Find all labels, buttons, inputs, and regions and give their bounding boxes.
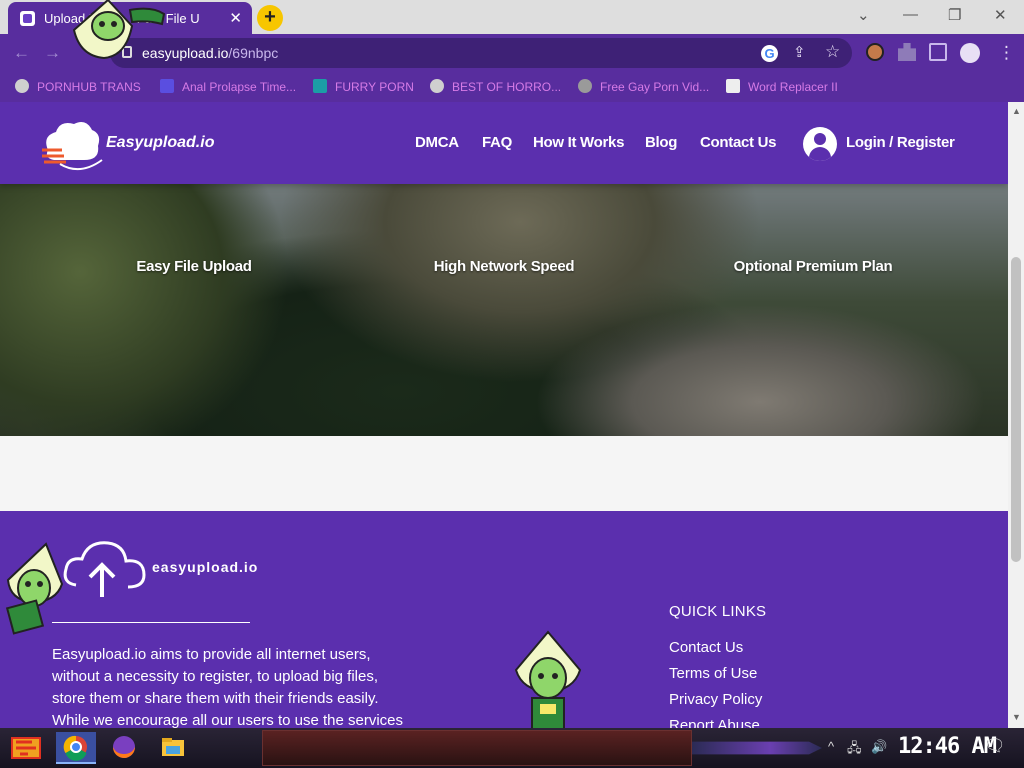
bookmark-item[interactable]: PORNHUB TRANS (15, 79, 141, 94)
peridot-character-icon (5, 542, 64, 635)
page-scrollbar[interactable]: ▲ ▼ (1008, 102, 1024, 728)
feature-label: Easy File Upload (136, 258, 252, 275)
tab-search-icon[interactable]: ⌄ (857, 6, 870, 24)
taskbar-clock[interactable]: 12:46 AM (898, 734, 997, 759)
taskbar-running-app[interactable] (262, 730, 692, 766)
footer-logo-text: easyupload.io (152, 559, 259, 575)
scroll-up-icon[interactable]: ▲ (1012, 106, 1021, 116)
firefox-icon (113, 736, 135, 758)
new-tab-button[interactable]: + (257, 5, 283, 31)
bookmark-item[interactable]: Free Gay Porn Vid... (578, 79, 709, 94)
footer-link-privacy[interactable]: Privacy Policy (669, 691, 762, 708)
url-path: /69nbpc (228, 45, 279, 61)
taskbar-decoration (692, 741, 822, 755)
bookmark-item[interactable]: Anal Prolapse Time... (160, 79, 296, 94)
feature-label: Optional Premium Plan (733, 258, 893, 275)
login-register-link[interactable]: Login / Register (846, 134, 955, 151)
bookmark-favicon-icon (313, 79, 327, 93)
bookmarks-bar: PORNHUB TRANS Anal Prolapse Time... FURR… (0, 72, 1024, 102)
address-bar[interactable]: easyupload.io/69nbpc G ⇪ ☆ (110, 38, 852, 68)
scroll-down-icon[interactable]: ▼ (1012, 712, 1021, 722)
quick-links-heading: QUICK LINKS (669, 603, 767, 620)
tray-overflow-icon[interactable]: ^ (828, 739, 834, 754)
site-favicon-icon (20, 11, 35, 26)
site-header: Easyupload.io DMCA FAQ How It Works Blog… (0, 102, 1008, 184)
nav-faq[interactable]: FAQ (482, 134, 512, 151)
bookmark-favicon-icon (160, 79, 174, 93)
site-footer: easyupload.io Easyupload.io aims to prov… (0, 511, 1008, 728)
user-avatar-icon[interactable] (803, 127, 837, 161)
restore-button[interactable]: ❐ (948, 6, 961, 24)
footer-cloud-upload-icon (63, 541, 146, 597)
taskbar-firefox-button[interactable] (104, 732, 144, 764)
windows-taskbar: ^ 🖧 🔊 12:46 AM 🗨 (0, 728, 1024, 768)
share-icon[interactable]: ⇪ (793, 43, 806, 61)
folder-icon (162, 738, 184, 756)
scrollbar-thumb[interactable] (1011, 257, 1021, 562)
profile-extension-icon[interactable] (866, 43, 884, 61)
start-button-icon[interactable] (6, 732, 46, 764)
tab-close-icon[interactable]: ✕ (229, 9, 242, 27)
bookmark-item[interactable]: BEST OF HORRO... (430, 79, 561, 94)
footer-about-text: Easyupload.io aims to provide all intern… (52, 646, 404, 728)
globe-icon (15, 79, 29, 93)
back-button[interactable]: ← (13, 43, 30, 63)
word-replacer-icon (726, 79, 740, 93)
extensions-puzzle-icon[interactable] (898, 43, 916, 61)
site-logo-text[interactable]: Easyupload.io (106, 134, 214, 152)
chrome-icon (63, 735, 87, 761)
notifications-icon[interactable]: 🗨 (984, 736, 1006, 756)
nav-how-it-works[interactable]: How It Works (533, 134, 624, 151)
easyupload-logo-icon[interactable] (40, 116, 104, 172)
bookmark-item[interactable]: Word Replacer II (726, 79, 838, 94)
nav-contact-us[interactable]: Contact Us (700, 134, 776, 151)
menu-kebab-icon[interactable]: ⋮ (998, 43, 1015, 63)
peridot-character-icon (514, 630, 582, 728)
feature-label: High Network Speed (433, 258, 575, 275)
nav-dmca[interactable]: DMCA (415, 134, 459, 151)
side-panel-icon[interactable] (929, 43, 947, 61)
bookmark-item[interactable]: FURRY PORN (313, 79, 414, 94)
bookmark-star-icon[interactable]: ☆ (825, 42, 840, 62)
google-lens-icon[interactable]: G (761, 45, 778, 62)
footer-link-report-abuse[interactable]: Report Abuse (669, 717, 760, 728)
peridot-character-icon (72, 0, 166, 60)
close-window-button[interactable]: ✕ (994, 6, 1007, 24)
forward-button[interactable]: → (44, 43, 61, 63)
web-page: Easy File Upload High Network Speed Opti… (0, 102, 1008, 728)
nav-blog[interactable]: Blog (645, 134, 677, 151)
taskbar-explorer-button[interactable] (152, 732, 192, 764)
account-avatar-icon[interactable] (960, 43, 980, 63)
footer-divider (52, 622, 250, 623)
bookmark-favicon-icon (578, 79, 592, 93)
minimize-button[interactable]: — (903, 6, 918, 23)
globe-icon (430, 79, 444, 93)
footer-link-contact-us[interactable]: Contact Us (669, 639, 743, 656)
footer-link-terms[interactable]: Terms of Use (669, 665, 757, 682)
taskbar-chrome-button[interactable] (56, 732, 96, 764)
volume-icon[interactable]: 🔊 (871, 739, 887, 755)
network-icon[interactable]: 🖧 (847, 739, 862, 761)
